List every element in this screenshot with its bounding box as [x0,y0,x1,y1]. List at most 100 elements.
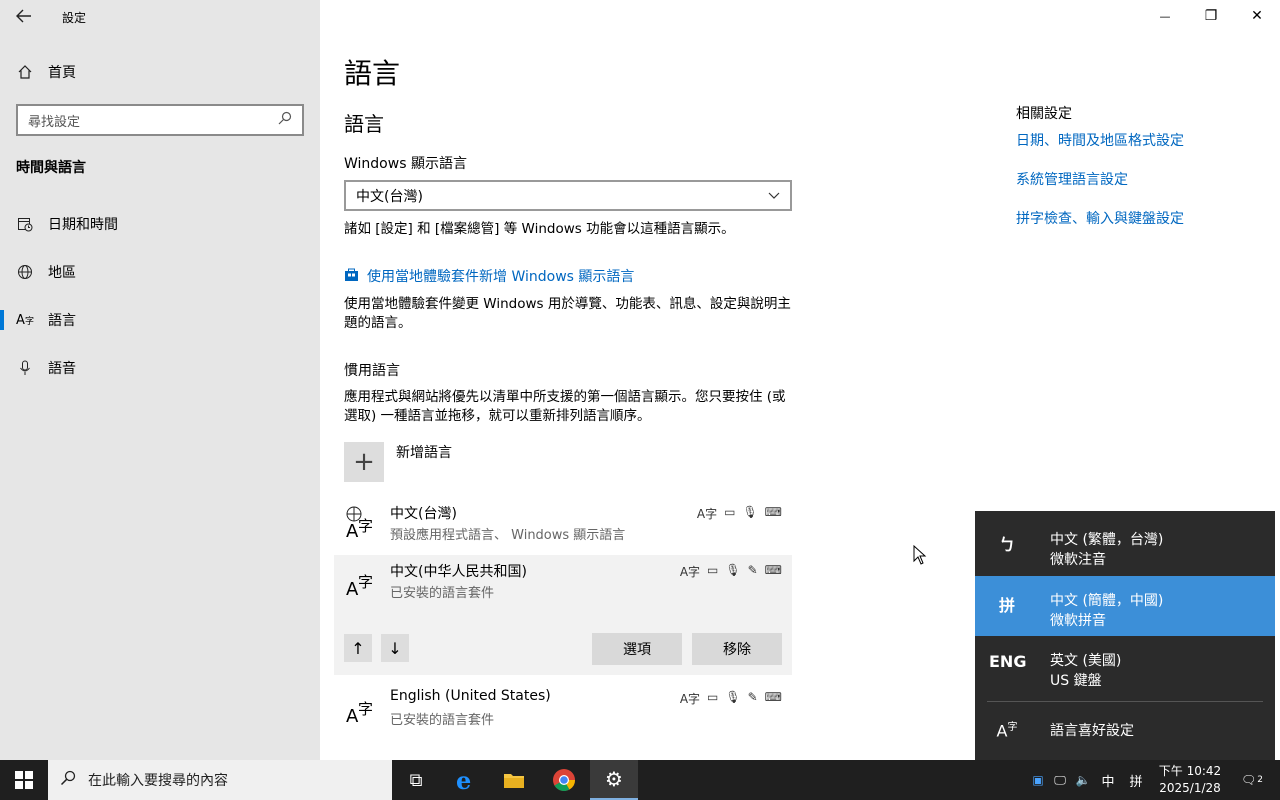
add-language-label: 新增語言 [396,445,452,461]
globe-icon [16,263,34,281]
app-title: 設定 [62,11,87,25]
preferred-languages-description: 應用程式與網站將優先以清單中所支援的第一個語言顯示。您只要按住 (或選取) 一種… [344,389,786,424]
arrow-down-icon: ↓ [388,638,402,658]
language-row-en-us[interactable]: A字 English (United States) 已安裝的語言套件 A字 ▭… [334,682,792,738]
ime-method: 微軟拼音 [1050,613,1106,629]
related-settings-title: 相關設定 [1016,106,1072,122]
task-view-icon: ⧉ [409,769,423,791]
language-icon: A字 [344,563,378,600]
related-link-date-region[interactable]: 日期、時間及地區格式設定 [1016,130,1184,150]
language-description: 已安裝的語言套件 [390,713,495,728]
ime-language-indicator[interactable]: 中 [1097,760,1119,800]
volume-tray[interactable]: 🔈 [1073,760,1093,800]
move-down-button[interactable]: ↓ [381,634,409,662]
language-capabilities: A字 ▭ 🎙 ⌨ [697,505,782,522]
settings-search-input[interactable]: 尋找設定 [16,104,304,136]
tts-cap-icon: ▭ [707,563,719,577]
preferred-languages-title: 慣用語言 [344,363,400,379]
home-icon [16,63,34,81]
search-icon [278,111,292,129]
ime-key-badge: 拼 [998,596,1015,615]
add-language-pack-link[interactable]: 使用當地體驗套件新增 Windows 顯示語言 [344,266,634,286]
notification-count: 2 [1257,775,1263,785]
language-row-zh-cn[interactable]: A字 中文(中华人民共和国) 已安裝的語言套件 A字 ▭ 🎙 ✎ ⌨ ↑ ↓ 選… [334,555,792,675]
language-name: English (United States) [390,688,551,704]
taskbar-search-box[interactable]: 在此輸入要搜尋的內容 [48,760,392,800]
display-language-cap-icon: A字 [696,507,718,521]
language-name: 中文(台灣) [390,506,457,522]
network-tray[interactable]: 🖵 [1050,760,1070,800]
calendar-clock-icon [16,215,34,233]
svg-text:e: e [456,768,471,792]
action-center-button[interactable]: 🗨 2 [1236,760,1268,800]
svg-text:字: 字 [358,700,373,718]
ime-language-preferences[interactable]: A字 語言喜好設定 [975,706,1275,756]
move-up-button[interactable]: ↑ [344,634,372,662]
close-button[interactable]: ✕ [1234,0,1280,32]
related-link-admin-language[interactable]: 系統管理語言設定 [1016,169,1128,189]
add-language-pack-text: 使用當地體驗套件新增 Windows 顯示語言 [367,269,635,285]
volume-muted-icon: 🔈 [1075,773,1091,787]
minimize-icon: — [1159,9,1171,23]
svg-text:字: 字 [358,517,373,535]
back-button[interactable] [8,4,40,28]
sidebar-item-date-time[interactable]: 日期和時間 [0,204,320,244]
display-language-dropdown[interactable]: 中文(台灣) [344,180,792,211]
gear-icon: ⚙ [605,767,623,791]
edge-app[interactable]: e [442,760,490,800]
related-link-spelling-typing[interactable]: 拼字檢查、輸入與鍵盤設定 [1016,208,1184,228]
chrome-app[interactable] [540,760,588,800]
chrome-icon [553,769,575,791]
ime-item-bopomofo[interactable]: ㄅ 中文 (繁體，台灣) 微軟注音 [975,515,1275,575]
ime-separator [987,701,1263,702]
svg-text:字: 字 [358,573,373,591]
chevron-down-icon [768,188,780,204]
sidebar-item-speech[interactable]: 語音 [0,348,320,388]
language-icon: A字 [16,312,34,328]
back-arrow-icon [16,9,31,23]
task-view-button[interactable]: ⧉ [392,760,440,800]
search-placeholder: 尋找設定 [28,114,81,130]
tts-cap-icon: ▭ [724,505,736,519]
options-button[interactable]: 選項 [592,633,682,665]
ime-item-english[interactable]: ENG 英文 (美國) US 鍵盤 [975,636,1275,696]
sidebar-item-region[interactable]: 地區 [0,252,320,292]
remove-button[interactable]: 移除 [692,633,782,665]
arrow-up-icon: ↑ [351,638,365,658]
folder-icon [504,774,524,788]
start-button[interactable] [0,760,48,800]
clock-date: 2025/1/28 [1159,781,1221,795]
home-label: 首頁 [48,65,76,81]
plus-icon: + [344,442,384,482]
notification-icon: 🗨 [1241,773,1257,787]
handwriting-cap-icon: ✎ [747,690,758,704]
language-row-zh-tw[interactable]: A字 中文(台灣) 預設應用程式語言、 Windows 顯示語言 A字 ▭ 🎙 … [334,497,792,553]
taskbar-clock[interactable]: 下午 10:42 2025/1/28 [1150,763,1230,797]
add-language-button[interactable]: + 新增語言 [344,442,452,482]
language-icon: A字 [344,690,378,727]
network-icon: 🖵 [1054,772,1066,787]
file-explorer-app[interactable] [490,760,538,800]
sidebar-home[interactable]: 首頁 [16,62,76,82]
keyboard-cap-icon: ⌨ [764,563,782,577]
windows-logo-icon [15,771,33,789]
display-language-value: 中文(台灣) [356,188,423,205]
ime-item-pinyin[interactable]: 拼 中文 (簡體，中國) 微軟拼音 [975,576,1275,636]
restore-button[interactable]: ❐ [1188,0,1234,32]
speech-cap-icon: 🎙 [742,505,758,519]
store-icon [344,267,359,286]
speech-cap-icon: 🎙 [725,563,741,577]
tts-cap-icon: ▭ [707,690,719,704]
settings-app[interactable]: ⚙ [590,760,638,800]
keyboard-cap-icon: ⌨ [764,690,782,704]
minimize-button[interactable]: — [1142,0,1188,32]
display-language-note: 諸如 [設定] 和 [檔案總管] 等 Windows 功能會以這種語言顯示。 [344,221,735,237]
sidebar-item-label: 地區 [48,265,76,281]
section-title: 語言 [344,112,384,136]
ime-method: 微軟注音 [1050,552,1106,568]
tray-app-icon[interactable]: ▣ [1028,760,1048,800]
input-method-flyout: ㄅ 中文 (繁體，台灣) 微軟注音 拼 中文 (簡體，中國) 微軟拼音 ENG … [975,511,1275,760]
ime-mode-indicator[interactable]: 拼 [1125,760,1147,800]
ime-language: 英文 (美國) [1050,653,1122,669]
sidebar-item-language[interactable]: A字 語言 [0,300,320,340]
